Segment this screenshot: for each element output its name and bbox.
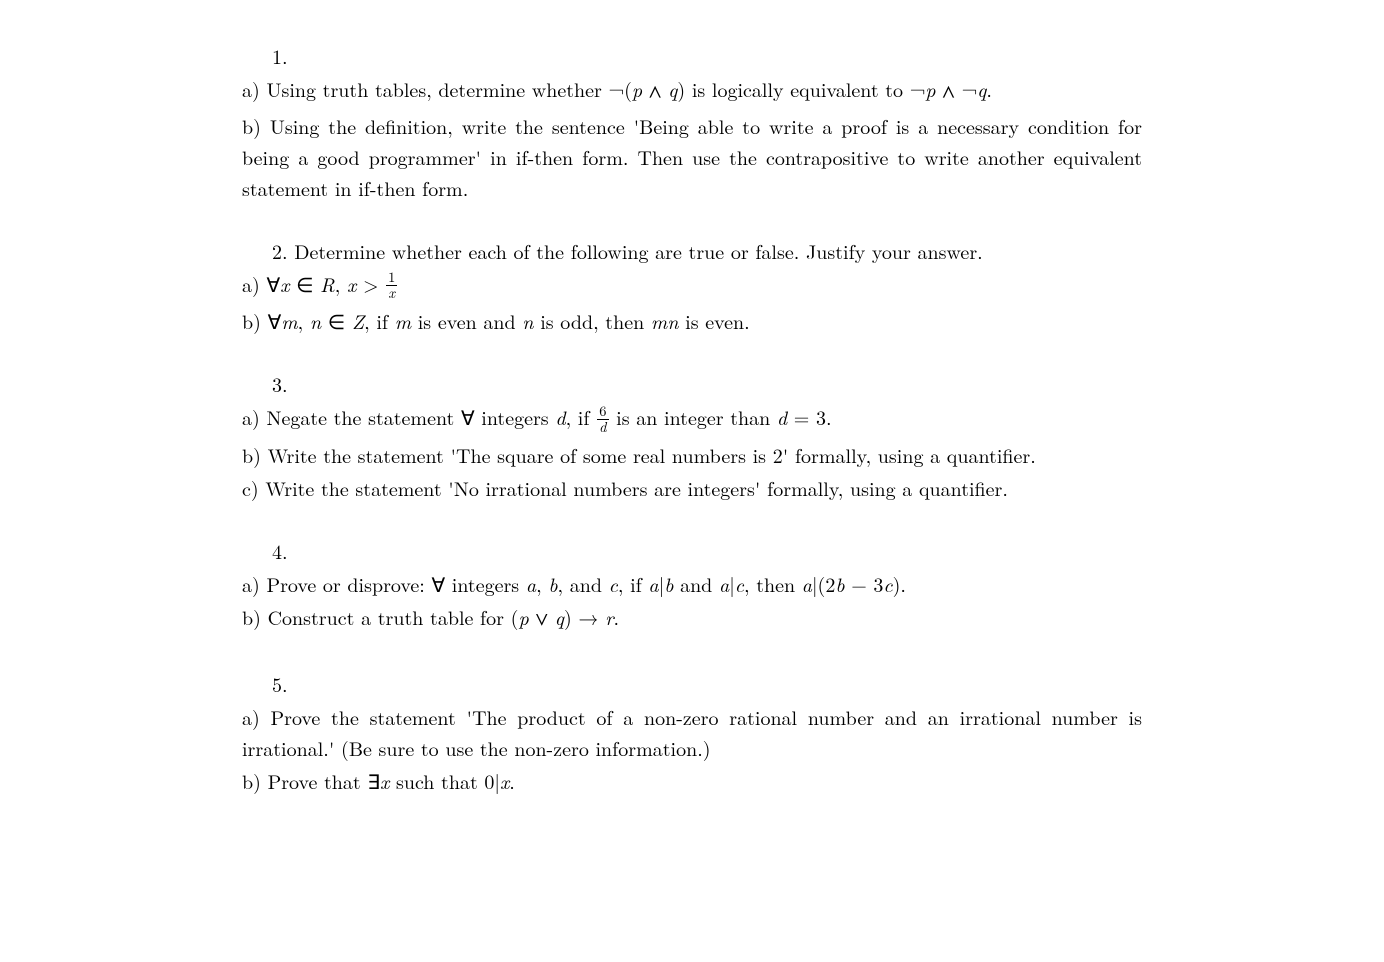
problem-part: b) Using the definition, write the sente… — [242, 110, 1142, 203]
part-text: Construct a truth table for (p ∨ q) → r. — [268, 602, 620, 631]
problem-4: 4. a) Prove or disprove: ∀ integers a, b… — [242, 535, 1142, 636]
problem-2: 2. Determine whether each of the followi… — [242, 235, 1142, 336]
part-letter: a) — [242, 402, 260, 431]
part-letter: a) — [242, 269, 260, 298]
problem-part: b) Construct a truth table for (p ∨ q) →… — [242, 601, 1142, 636]
part-text: Prove the statement 'The product of a no… — [242, 702, 1142, 762]
part-letter: b) — [242, 440, 261, 469]
part-letter: c) — [242, 473, 259, 502]
part-text: ∀x ∈ R, x > 1x — [266, 269, 398, 298]
problem-5: 5. a) Prove the statement 'The product o… — [242, 668, 1142, 796]
problem-number-intro: 2. Determine whether each of the followi… — [242, 235, 1142, 266]
problem-part: c) Write the statement 'No irrational nu… — [242, 472, 1142, 503]
part-text: Using truth tables, determine whether ¬(… — [266, 74, 991, 103]
problem-number: 1. — [242, 40, 1142, 71]
problem-part: a) Using truth tables, determine whether… — [242, 73, 1142, 108]
part-text: Write the statement 'No irrational numbe… — [265, 473, 1008, 502]
part-letter: a) — [242, 702, 260, 731]
problem-1: 1. a) Using truth tables, determine whet… — [242, 40, 1142, 203]
page-content: 1. a) Using truth tables, determine whet… — [152, 40, 1232, 796]
part-text: Prove or disprove: ∀ integers a, b, and … — [266, 569, 906, 598]
problem-part: b) Prove that ∃x such that 0|x. — [242, 765, 1142, 796]
part-letter: b) — [242, 306, 261, 335]
problem-3: 3. a) Negate the statement ∀ integers d,… — [242, 368, 1142, 502]
problem-number: 5. — [242, 668, 1142, 699]
part-text: Using the definition, write the sentence… — [242, 111, 1142, 202]
part-text: Write the statement 'The square of some … — [268, 440, 1036, 469]
part-letter: a) — [242, 569, 260, 598]
problem-part: a) Prove or disprove: ∀ integers a, b, a… — [242, 568, 1142, 599]
problem-number: 2. — [272, 236, 288, 265]
part-text: Negate the statement ∀ integers d, if 6d… — [266, 402, 831, 431]
problem-intro: Determine whether each of the following … — [294, 236, 982, 265]
problem-part: b) ∀m, n ∈ Z, if m is even and n is odd,… — [242, 305, 1142, 336]
part-text: ∀m, n ∈ Z, if m is even and n is odd, th… — [268, 306, 750, 335]
problem-part: a) ∀x ∈ R, x > 1x — [242, 268, 1142, 303]
problem-number: 3. — [242, 368, 1142, 399]
problem-part: a) Negate the statement ∀ integers d, if… — [242, 401, 1142, 436]
part-text: Prove that ∃x such that 0|x. — [268, 766, 515, 795]
part-letter: b) — [242, 111, 261, 140]
part-letter: b) — [242, 602, 261, 631]
problem-number: 4. — [242, 535, 1142, 566]
problem-part: b) Write the statement 'The square of so… — [242, 439, 1142, 470]
part-letter: a) — [242, 74, 260, 103]
part-letter: b) — [242, 766, 261, 795]
problem-part: a) Prove the statement 'The product of a… — [242, 701, 1142, 763]
